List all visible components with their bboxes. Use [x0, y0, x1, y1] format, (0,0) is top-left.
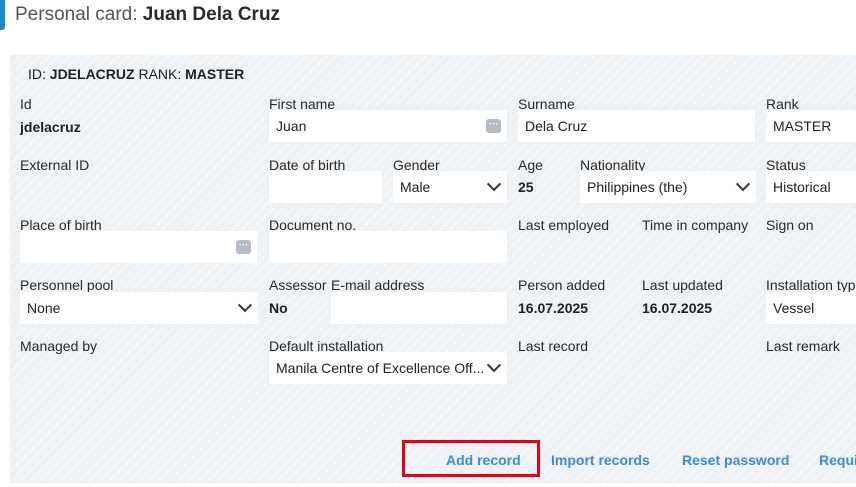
- last-employed-label: Last employed: [518, 217, 610, 233]
- managed-by-label: Managed by: [20, 338, 98, 354]
- last-updated-label: Last updated: [642, 277, 723, 293]
- date-of-birth-field[interactable]: [269, 171, 382, 203]
- status-value: Historical: [773, 179, 831, 195]
- personnel-pool-value: None: [27, 300, 61, 316]
- surname-field[interactable]: Dela Cruz: [518, 110, 755, 142]
- chevron-down-icon: [486, 358, 502, 373]
- more-options-icon[interactable]: ···: [236, 240, 251, 254]
- nationality-select[interactable]: Philippines (the): [580, 171, 756, 203]
- last-record-label: Last record: [518, 338, 589, 354]
- email-label: E-mail address: [331, 277, 425, 293]
- reset-password-link[interactable]: Reset password: [682, 452, 789, 468]
- external-id-label: External ID: [20, 157, 90, 173]
- id-field-label: Id: [20, 96, 32, 112]
- gender-value: Male: [400, 179, 431, 195]
- rank-label: RANK:: [138, 66, 182, 82]
- age-label: Age: [518, 157, 543, 173]
- assessor-label: Assessor: [269, 277, 327, 293]
- status-select[interactable]: Historical: [766, 171, 856, 203]
- person-added-value: 16.07.2025: [518, 300, 589, 316]
- title-name: Juan Dela Cruz: [142, 4, 281, 25]
- installation-type-value: Vessel: [773, 300, 815, 316]
- document-no-field[interactable]: [269, 231, 507, 263]
- chevron-down-icon: [735, 177, 751, 192]
- id-field-value: jdelacruz: [20, 119, 81, 135]
- default-installation-value: Manila Centre of Excellence Off...: [276, 360, 485, 376]
- id-value: JDELACRUZ: [49, 66, 135, 82]
- place-of-birth-field[interactable]: ···: [20, 231, 257, 263]
- surname-value: Dela Cruz: [525, 118, 588, 134]
- page-title: Personal card: Juan Dela Cruz: [15, 4, 280, 26]
- last-updated-value: 16.07.2025: [642, 300, 713, 316]
- person-added-label: Person added: [518, 277, 606, 293]
- more-options-icon[interactable]: ···: [486, 119, 501, 133]
- installation-type-label: Installation typ: [766, 277, 856, 293]
- rank-field[interactable]: MASTER: [766, 110, 856, 142]
- age-value: 25: [518, 179, 534, 195]
- time-in-company-label: Time in company: [642, 217, 749, 233]
- chevron-down-icon: [486, 177, 502, 192]
- chevron-down-icon: [237, 298, 253, 313]
- assessor-value: No: [269, 300, 288, 316]
- email-field[interactable]: [331, 292, 507, 324]
- first-name-field[interactable]: Juan ···: [269, 110, 507, 142]
- title-prefix: Personal card:: [15, 4, 138, 25]
- highlight-box: [402, 440, 540, 477]
- nationality-value: Philippines (the): [587, 179, 688, 195]
- last-remark-label: Last remark: [766, 338, 840, 354]
- personnel-pool-label: Personnel pool: [20, 277, 114, 293]
- accent-bar: [0, 0, 5, 30]
- installation-type-select[interactable]: Vessel: [766, 292, 856, 324]
- import-records-link[interactable]: Import records: [551, 452, 650, 468]
- id-rank-line: ID: JDELACRUZ RANK: MASTER: [28, 66, 244, 82]
- id-label: ID:: [28, 66, 46, 82]
- default-installation-select[interactable]: Manila Centre of Excellence Off...: [269, 352, 507, 384]
- rank-field-value: MASTER: [773, 118, 832, 134]
- gender-select[interactable]: Male: [393, 171, 507, 203]
- sign-on-label: Sign on: [766, 217, 814, 233]
- requi-link[interactable]: Requi: [819, 452, 856, 468]
- first-name-value: Juan: [276, 118, 307, 134]
- personnel-pool-select[interactable]: None: [20, 292, 258, 324]
- rank-value: MASTER: [185, 66, 245, 82]
